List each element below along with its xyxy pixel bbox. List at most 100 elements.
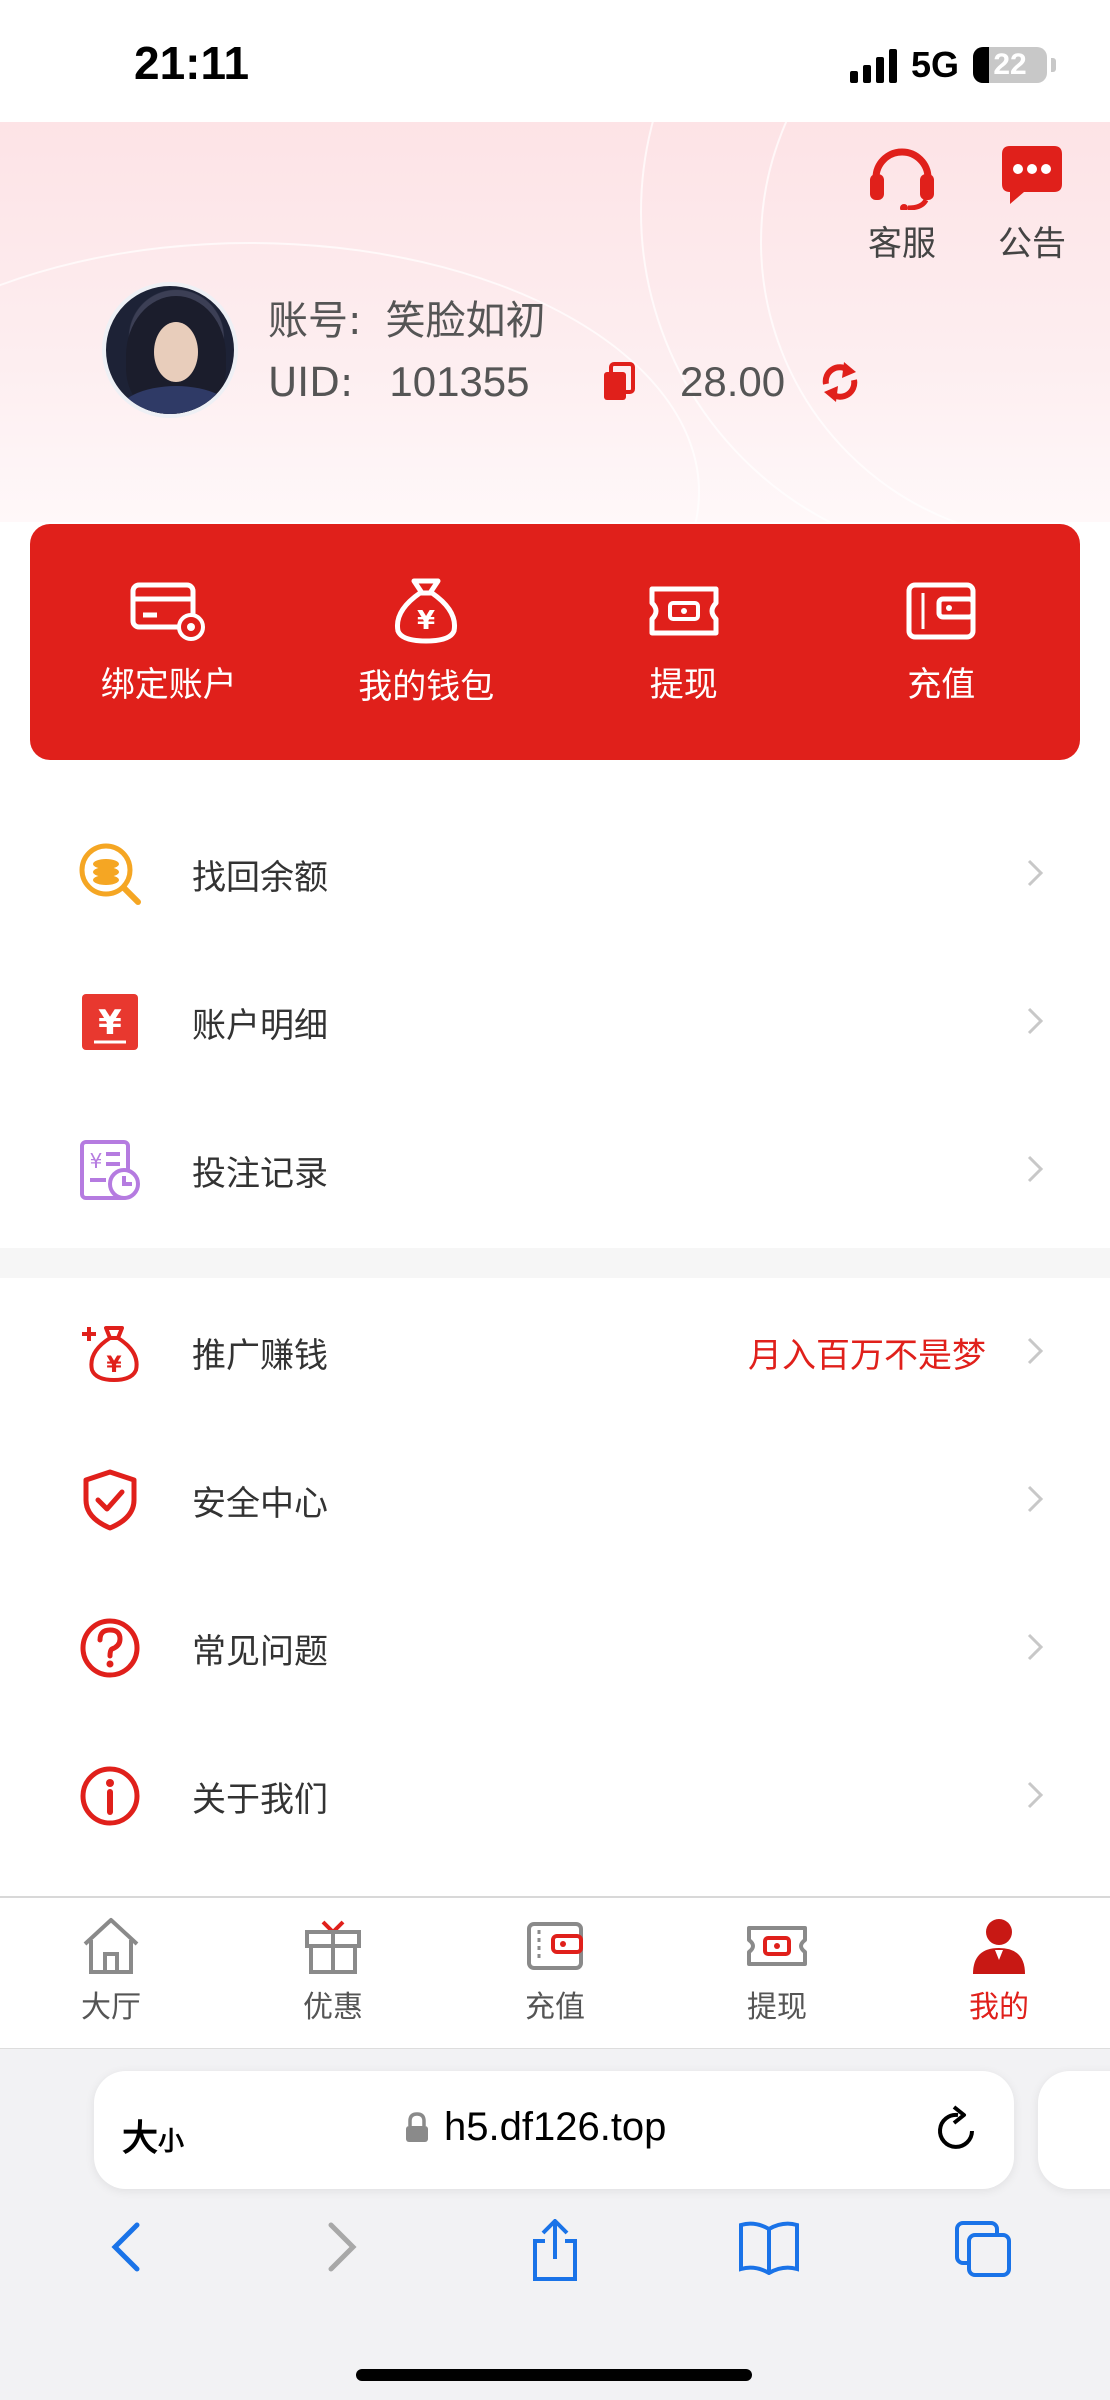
url-display[interactable]: h5.df126.top	[404, 2105, 666, 2150]
status-bar: 21:11 5G 22	[0, 0, 1110, 122]
coin-search-icon	[79, 843, 141, 905]
money-bag-icon: ¥	[395, 578, 458, 643]
tab-lobby[interactable]: 大厅	[11, 1898, 211, 2048]
question-icon	[80, 1618, 140, 1678]
tab-withdraw[interactable]: 提现	[677, 1898, 877, 2048]
tab-label: 充值	[525, 1990, 585, 2025]
home-icon	[83, 1918, 139, 1974]
forward-button[interactable]	[281, 2219, 401, 2283]
signal-icon	[849, 47, 897, 83]
url-text: h5.df126.top	[444, 2105, 667, 2149]
chevron-right-icon	[1027, 1337, 1044, 1365]
tab-recharge[interactable]: 充值	[455, 1898, 655, 2048]
announcement-button[interactable]: 公告	[998, 144, 1066, 265]
wallet-icon	[527, 1922, 583, 1970]
address-bar[interactable]: 大小 h5.df126.top	[94, 2071, 1014, 2189]
withdraw-ticket-icon	[747, 1926, 807, 1966]
svg-text:¥: ¥	[90, 1149, 103, 1173]
info-icon	[80, 1766, 140, 1826]
quick-actions-card: 绑定账户 ¥ 我的钱包 提现 充值	[30, 524, 1080, 760]
menu-label: 投注记录	[192, 1153, 328, 1194]
menu-group-finance: 找回余额 ¥ 账户明细 ¥ 投注记录	[0, 800, 1110, 1244]
menu-item-about-us[interactable]: 关于我们	[0, 1722, 1110, 1870]
menu-item-security-center[interactable]: 安全中心	[0, 1426, 1110, 1574]
tabs-button[interactable]	[923, 2219, 1043, 2283]
network-type: 5G	[910, 44, 959, 85]
svg-text:¥: ¥	[98, 1003, 122, 1043]
menu-item-account-details[interactable]: ¥ 账户明细	[0, 948, 1110, 1096]
yuan-ledger-icon: ¥	[82, 994, 138, 1050]
withdraw-ticket-icon	[649, 586, 719, 635]
bottom-tab-bar: 大厅 优惠 充值 提现 我的	[0, 1896, 1110, 2048]
menu-item-faq[interactable]: 常见问题	[0, 1574, 1110, 1722]
my-wallet-button[interactable]: ¥ 我的钱包	[311, 577, 541, 708]
account-label: 账号:	[268, 298, 362, 344]
chevron-right-icon	[1027, 859, 1044, 887]
menu-item-recover-balance[interactable]: 找回余额	[0, 800, 1110, 948]
menu-label: 推广赚钱	[192, 1335, 328, 1376]
chevron-right-icon	[328, 2222, 357, 2272]
uid-line: UID: 101355	[268, 358, 530, 406]
chevron-right-icon	[1027, 1007, 1044, 1035]
text-size-button[interactable]: 大小	[122, 2109, 184, 2161]
menu-label: 找回余额	[192, 857, 328, 898]
chevron-right-icon	[1027, 1155, 1044, 1183]
promo-money-bag-icon: ¥	[82, 1326, 139, 1382]
next-tab-preview[interactable]	[1038, 2071, 1110, 2189]
tab-promotions[interactable]: 优惠	[233, 1898, 433, 2048]
status-time: 21:11	[134, 37, 250, 89]
bet-history-icon: ¥	[80, 1140, 140, 1200]
tab-label: 我的	[969, 1990, 1029, 2025]
customer-service-button[interactable]: 客服	[864, 144, 940, 265]
copy-icon[interactable]	[602, 362, 636, 402]
menu-label: 关于我们	[192, 1779, 328, 1820]
menu-label: 常见问题	[192, 1631, 328, 1672]
share-button[interactable]	[495, 2219, 615, 2283]
profile-header: 客服 公告 账号: 笑脸如初 UID: 101355 28.00	[0, 122, 1110, 522]
menu-item-promotion[interactable]: ¥ 推广赚钱 月入百万不是梦	[0, 1278, 1110, 1426]
tab-mine[interactable]: 我的	[899, 1898, 1099, 2048]
account-line: 账号: 笑脸如初	[268, 288, 545, 346]
text-size-small: 小	[158, 2127, 185, 2157]
headset-icon	[870, 148, 934, 210]
reload-icon[interactable]	[936, 2103, 980, 2153]
battery-percent: 22	[993, 48, 1027, 81]
bind-account-button[interactable]: 绑定账户	[54, 579, 284, 706]
tab-label: 提现	[747, 1990, 807, 2025]
announcement-label: 公告	[998, 224, 1066, 264]
avatar[interactable]	[102, 282, 238, 418]
tabs-icon	[955, 2221, 1011, 2277]
home-indicator	[356, 2369, 752, 2381]
refresh-icon[interactable]	[818, 362, 862, 402]
my-wallet-label: 我的钱包	[358, 666, 495, 707]
battery-tip	[1051, 58, 1056, 72]
wallet-icon	[906, 582, 976, 639]
menu-item-bet-records[interactable]: ¥ 投注记录	[0, 1096, 1110, 1244]
menu-group-general: ¥ 推广赚钱 月入百万不是梦 安全中心 常见问题 关于我们	[0, 1278, 1110, 1870]
account-name: 笑脸如初	[385, 298, 546, 344]
book-icon	[739, 2221, 799, 2275]
balance-amount: 28.00	[680, 358, 786, 405]
lock-icon	[406, 2111, 428, 2142]
share-icon	[533, 2219, 577, 2281]
gift-icon	[305, 1920, 361, 1974]
svg-text:¥: ¥	[106, 1353, 122, 1378]
section-divider	[0, 1248, 1110, 1278]
recharge-button[interactable]: 充值	[826, 579, 1056, 706]
bookmarks-button[interactable]	[709, 2219, 829, 2283]
card-settings-icon	[130, 582, 205, 641]
customer-service-label: 客服	[868, 224, 936, 264]
chevron-right-icon	[1027, 1781, 1044, 1809]
chevron-right-icon	[1027, 1485, 1044, 1513]
withdraw-label: 提现	[649, 664, 718, 705]
browser-toolbar: 大小 h5.df126.top	[0, 2048, 1110, 2400]
chevron-right-icon	[1027, 1633, 1044, 1661]
header-actions: 客服 公告	[864, 144, 1066, 265]
withdraw-button[interactable]: 提现	[569, 579, 799, 706]
uid-label: UID:	[268, 360, 354, 406]
svg-text:¥: ¥	[417, 606, 435, 636]
menu-label: 安全中心	[192, 1483, 328, 1524]
browser-nav	[0, 2219, 1110, 2283]
menu-label: 账户明细	[192, 1005, 328, 1046]
back-button[interactable]	[67, 2219, 187, 2283]
